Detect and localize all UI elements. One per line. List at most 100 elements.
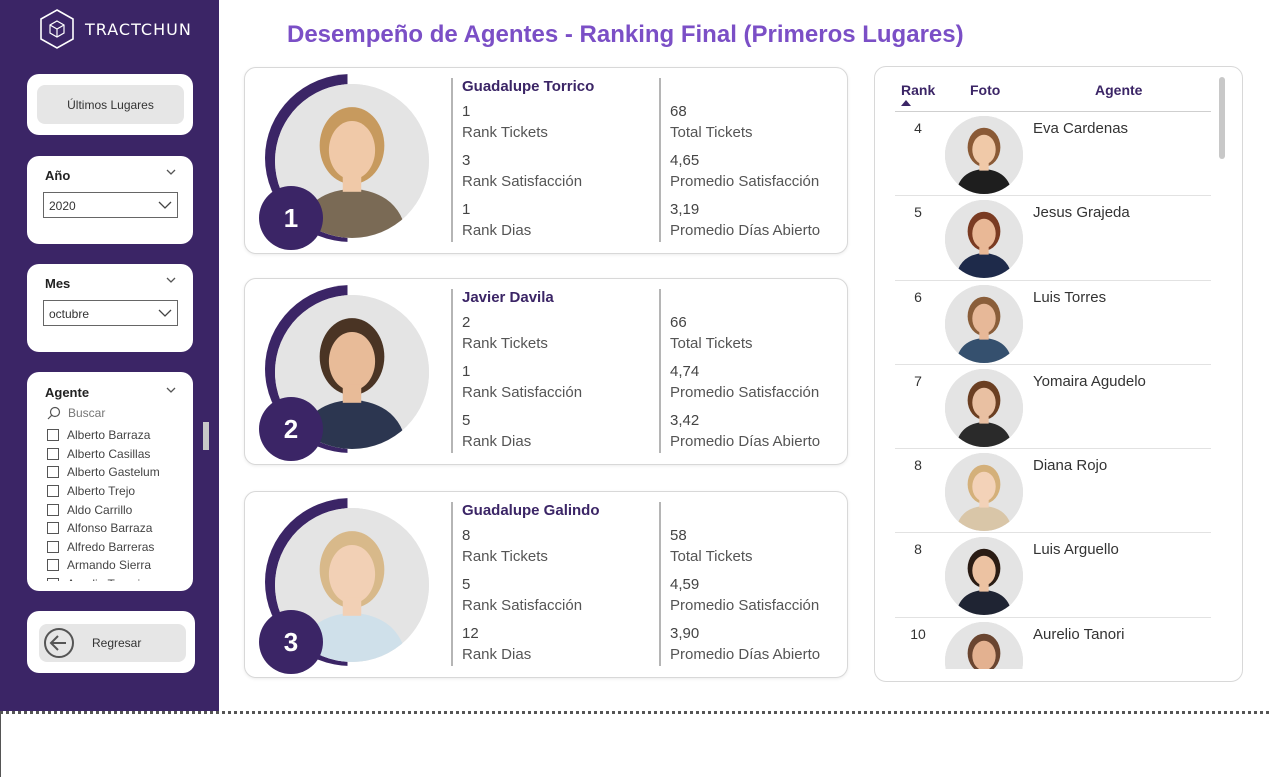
stat-value: 58 xyxy=(670,527,687,544)
stat-rank-tickets: 1 Rank Tickets xyxy=(462,101,548,143)
page-title: Desempeño de Agentes - Ranking Final (Pr… xyxy=(287,21,964,48)
hexagon-cube-icon xyxy=(40,9,74,49)
chevron-down-icon xyxy=(158,309,172,317)
stat-value: 5 xyxy=(462,412,471,429)
table-row[interactable]: 7 Yomaira Agudelo xyxy=(895,365,1211,450)
agent-list-item[interactable]: Alberto Gastelum xyxy=(47,463,185,482)
stat-rank-satisfaccion: 1 Rank Satisfacción xyxy=(462,361,582,403)
checkbox[interactable] xyxy=(47,540,59,553)
checkbox[interactable] xyxy=(47,466,59,479)
table-row[interactable]: 4 Eva Cardenas xyxy=(895,112,1211,197)
search-icon xyxy=(47,406,61,420)
stat-label: Promedio Días Abierto xyxy=(670,222,821,239)
chevron-down-icon[interactable] xyxy=(165,274,177,286)
stat-rank-tickets: 8 Rank Tickets xyxy=(462,525,548,567)
agent-list-scrollbar[interactable] xyxy=(203,422,209,450)
stat-value: 3,90 xyxy=(670,625,700,642)
checkbox[interactable] xyxy=(47,447,59,460)
row-agent-name: Yomaira Agudelo xyxy=(1033,372,1146,390)
checkbox[interactable] xyxy=(47,429,59,442)
stat-value: 1 xyxy=(462,103,471,120)
stat-total-tickets: 58 Total Tickets xyxy=(670,525,753,567)
agent-list-item[interactable]: Alberto Casillas xyxy=(47,445,185,464)
checkbox[interactable] xyxy=(47,522,59,535)
agent-list-item[interactable]: Aldo Carrillo xyxy=(47,500,185,519)
stat-value: 1 xyxy=(462,201,471,218)
stat-promedio-dias: 3,19 Promedio Días Abierto xyxy=(670,199,820,241)
ranking-table-scrollbar[interactable] xyxy=(1219,77,1225,159)
year-slicer-label: Año xyxy=(45,168,71,183)
stat-label: Rank Tickets xyxy=(462,548,548,565)
row-rank: 6 xyxy=(914,288,922,305)
person-photo-icon xyxy=(945,284,1023,363)
agent-list-item[interactable]: Alberto Barraza xyxy=(47,426,185,445)
agent-list-item[interactable]: Alfonso Barraza xyxy=(47,519,185,538)
agent-photo-frame: 2 xyxy=(259,285,429,461)
regresar-button-label: Regresar xyxy=(92,636,142,650)
column-header-agente[interactable]: Agente xyxy=(1095,82,1142,98)
stat-label: Promedio Satisfacción xyxy=(670,173,820,190)
stat-total-tickets: 66 Total Tickets xyxy=(670,312,753,354)
stat-label: Rank Tickets xyxy=(462,124,548,141)
row-agent-name: Aurelio Tanori xyxy=(1033,625,1125,643)
checkbox[interactable] xyxy=(47,559,59,572)
row-agent-name: Eva Cardenas xyxy=(1033,120,1129,137)
agent-list-item-label: Alfredo Barreras xyxy=(67,539,155,554)
agent-list-item[interactable]: Armando Sierra xyxy=(47,556,185,575)
person-photo-icon xyxy=(945,537,1023,616)
agent-slicer-label: Agente xyxy=(45,385,90,400)
page-boundary xyxy=(0,711,1269,714)
agent-name: Guadalupe Torrico xyxy=(462,78,595,95)
stat-label: Rank Satisfacción xyxy=(462,173,583,190)
agent-search[interactable]: Buscar xyxy=(47,404,187,422)
divider xyxy=(659,78,661,242)
stat-label: Rank Dias xyxy=(462,646,532,663)
month-dropdown[interactable]: octubre xyxy=(43,300,178,326)
agent-search-placeholder: Buscar xyxy=(68,406,106,420)
stat-rank-tickets: 2 Rank Tickets xyxy=(462,312,548,354)
divider xyxy=(451,502,453,666)
agent-list-item-label: Alberto Barraza xyxy=(67,428,151,443)
checkbox[interactable] xyxy=(47,578,59,581)
stat-rank-dias: 12 Rank Dias xyxy=(462,623,531,665)
agent-list-item[interactable]: Alfredo Barreras xyxy=(47,538,185,557)
chevron-down-icon[interactable] xyxy=(165,166,177,178)
row-photo xyxy=(945,116,1023,194)
stat-value: 12 xyxy=(462,625,479,642)
chevron-down-icon[interactable] xyxy=(165,384,177,396)
table-row[interactable]: 6 Luis Torres xyxy=(895,281,1211,365)
table-row[interactable]: 10 Aurelio Tanori xyxy=(895,618,1211,669)
stat-value: 2 xyxy=(462,314,471,331)
stat-value: 1 xyxy=(462,363,471,380)
row-photo xyxy=(945,537,1023,616)
stat-promedio-dias: 3,42 Promedio Días Abierto xyxy=(670,410,820,452)
agent-list-item[interactable]: Aurelio Tanori xyxy=(47,575,185,581)
agent-card: 1 Guadalupe Torrico 1 Rank Tickets 3 Rank Sat… xyxy=(244,67,848,254)
column-header-foto[interactable]: Foto xyxy=(970,82,1000,98)
agent-list-item[interactable]: Alberto Trejo xyxy=(47,482,185,501)
agent-card: 3 Guadalupe Galindo 8 Rank Tickets 5 Rank Sat… xyxy=(244,491,848,678)
checkbox[interactable] xyxy=(47,503,59,516)
agent-name: Guadalupe Galindo xyxy=(462,502,600,519)
stat-value: 4,65 xyxy=(670,152,700,169)
year-dropdown[interactable]: 2020 xyxy=(43,192,178,218)
checkbox[interactable] xyxy=(47,485,59,498)
row-rank: 8 xyxy=(914,541,922,558)
ranking-table: Rank Foto Agente 4 Eva Cardenas 5 Jesus Gra… xyxy=(874,66,1243,682)
table-row[interactable]: 8 Luis Arguello xyxy=(895,533,1211,618)
agent-list-item-label: Alberto Casillas xyxy=(67,446,151,461)
row-rank: 5 xyxy=(914,204,922,221)
column-header-rank[interactable]: Rank xyxy=(901,82,935,98)
table-row[interactable]: 5 Jesus Grajeda xyxy=(895,196,1211,281)
stat-label: Rank Dias xyxy=(462,433,532,450)
sidebar: TRACTCHUN Últimos Lugares Año 2020 Mes o… xyxy=(0,0,219,711)
row-agent-name: Luis Arguello xyxy=(1033,541,1119,559)
row-photo xyxy=(945,200,1023,279)
agent-slicer: Agente Buscar Alberto Barraza Alberto Cas… xyxy=(27,372,209,591)
agent-list-item-label: Alfonso Barraza xyxy=(67,521,153,536)
ultimos-lugares-button[interactable]: Últimos Lugares xyxy=(37,85,184,124)
table-row[interactable]: 8 Diana Rojo xyxy=(895,449,1211,534)
regresar-button[interactable]: Regresar xyxy=(39,624,186,662)
row-rank: 8 xyxy=(914,457,922,474)
agent-list-item-label: Alberto Gastelum xyxy=(67,465,160,480)
